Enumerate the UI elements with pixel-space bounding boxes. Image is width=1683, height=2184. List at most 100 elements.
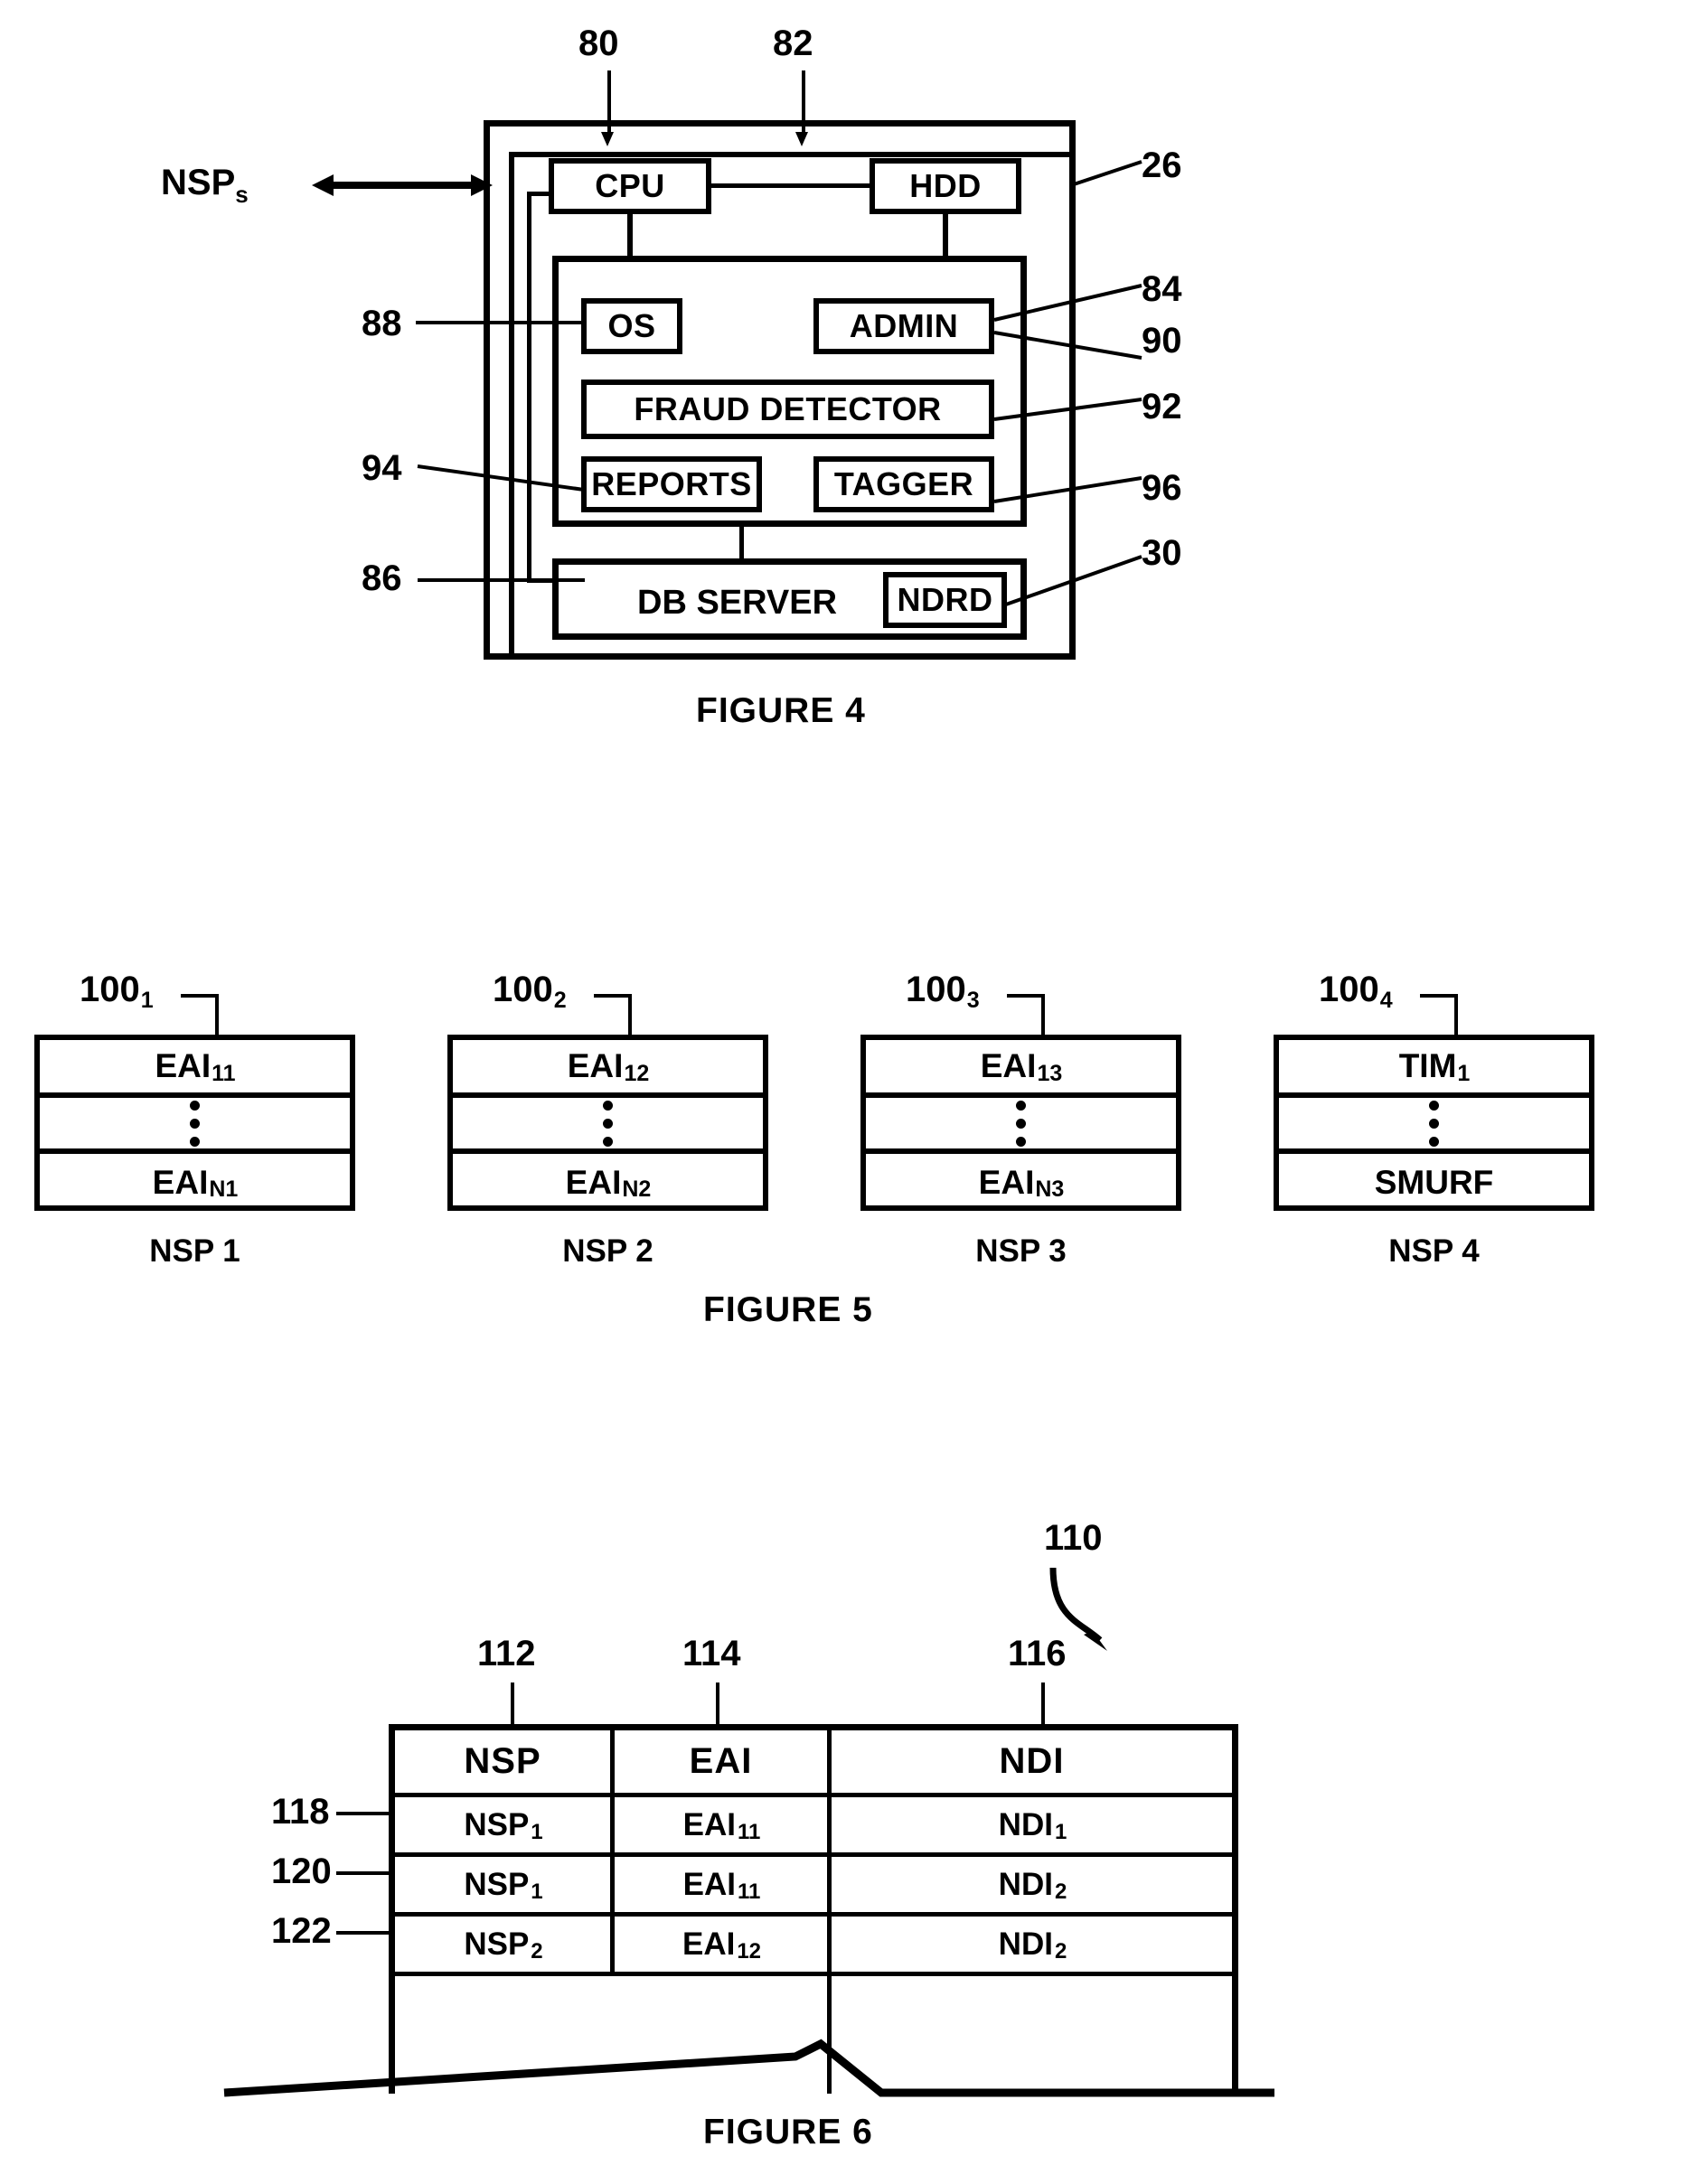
reports-label: REPORTS [591, 465, 752, 502]
ref-100-2-subscript: 2 [553, 988, 567, 1013]
leader-line-90 [993, 331, 1142, 360]
nsp2-caption: NSP 2 [562, 1233, 653, 1269]
ref-numeral-100-1: 1001 [80, 971, 154, 1012]
cpu-box: CPU [549, 158, 711, 214]
cell-text: EAI [682, 1806, 736, 1842]
hdd-label: HDD [909, 167, 982, 204]
fraud-detector-box: FRAUD DETECTOR [581, 380, 994, 439]
ref-100-2-base: 100 [493, 970, 553, 1009]
nsp4-block: TIM 1 SMURF [1274, 1035, 1594, 1211]
cell-nsp: NSP 1 [395, 1857, 615, 1917]
leader-line-30 [1002, 555, 1142, 607]
ref-100-3-base: 100 [906, 970, 966, 1009]
cell-subscript: 2 [1054, 1938, 1067, 1964]
nsp2-cell-ellipsis [453, 1098, 763, 1154]
ndrd-box: NDRD [883, 572, 1007, 628]
cell-ndi: NDI 2 [832, 1917, 1232, 1976]
cell-text: NSP [464, 1806, 530, 1842]
leader-line-100-2 [594, 994, 632, 1036]
leader-line-92 [993, 398, 1142, 421]
cell-subscript: 11 [737, 1879, 761, 1904]
nsp3-bottom-subscript: N3 [1035, 1176, 1065, 1202]
nsp4-top-text: TIM [1398, 1047, 1457, 1084]
cpu-hdd-connector [711, 183, 870, 188]
hdd-down-connector [943, 214, 948, 258]
ellipsis-dot-icon [603, 1100, 613, 1111]
leader-line-118 [336, 1812, 389, 1815]
ellipsis-dot-icon [1429, 1100, 1439, 1111]
ref-numeral-114: 114 [682, 1634, 741, 1673]
nsp1-cell-ellipsis [40, 1098, 350, 1154]
ref-numeral-100-2: 1002 [493, 970, 567, 1012]
ellipsis-dot-icon [190, 1100, 200, 1111]
nsp2-cell-bottom: EAI N2 [453, 1154, 763, 1211]
ref-numeral-122: 122 [271, 1911, 332, 1951]
nsps-label-subscript: s [235, 181, 249, 208]
cpu-label: CPU [595, 167, 665, 204]
nsp2-bottom-subscript: N2 [622, 1176, 652, 1202]
ref-numeral-120: 120 [271, 1851, 332, 1891]
nsp1-bottom-text: EAI [152, 1163, 209, 1201]
column-header-eai: EAI [615, 1730, 832, 1797]
ref-numeral-90: 90 [1142, 321, 1182, 361]
cell-nsp: NSP 2 [395, 1917, 615, 1976]
nsp2-bottom-text: EAI [565, 1163, 622, 1201]
cell-ndi: NDI 1 [832, 1797, 1232, 1857]
ref-numeral-96: 96 [1142, 468, 1182, 508]
table-header-row: NSP EAI NDI [395, 1730, 1232, 1797]
nsp2-block: EAI 12 EAI N2 [447, 1035, 768, 1211]
nsp1-block: EAI 11 EAI N1 [34, 1035, 355, 1211]
ref-numeral-30: 30 [1142, 533, 1182, 573]
nsp4-cell-top: TIM 1 [1279, 1040, 1589, 1098]
cell-text: EAI [682, 1926, 736, 1962]
cell-text: NSP [464, 1926, 530, 1962]
nsps-label-text: NSP [161, 163, 236, 202]
ellipsis-dot-icon [1016, 1100, 1026, 1111]
cell-nsp: NSP 1 [395, 1797, 615, 1857]
nsp2-cell-top: EAI 12 [453, 1040, 763, 1098]
ref-numeral-110: 110 [1044, 1518, 1103, 1558]
figure-6-caption: FIGURE 6 [703, 2113, 873, 2151]
ref-100-3-subscript: 3 [966, 988, 980, 1013]
nsp4-top-subscript: 1 [1457, 1060, 1471, 1086]
cell-subscript: 1 [531, 1879, 543, 1904]
ref-numeral-112: 112 [477, 1634, 536, 1673]
cell-eai: EAI 12 [615, 1917, 832, 1976]
ref-numeral-118: 118 [271, 1792, 330, 1832]
leader-line-26 [1070, 160, 1142, 187]
cell-subscript: 1 [531, 1819, 543, 1844]
leader-line-114 [716, 1683, 719, 1726]
fraud-detector-label: FRAUD DETECTOR [634, 390, 942, 427]
cell-subscript: 12 [737, 1938, 762, 1964]
ref-100-4-base: 100 [1319, 970, 1379, 1009]
cell-subscript: 2 [1054, 1879, 1067, 1904]
nsp3-caption: NSP 3 [975, 1233, 1067, 1269]
cell-text: EAI [682, 1866, 736, 1902]
leader-line-112 [511, 1683, 514, 1726]
nsp2-top-text: EAI [567, 1047, 624, 1084]
os-box: OS [581, 298, 682, 354]
ellipsis-dot-icon [1016, 1136, 1026, 1147]
ref-numeral-84: 84 [1142, 269, 1182, 309]
cell-text: NDI [998, 1866, 1053, 1902]
ref-numeral-100-4: 1004 [1319, 970, 1393, 1012]
ref-numeral-80: 80 [578, 23, 619, 63]
ellipsis-dot-icon [603, 1118, 613, 1129]
cell-eai: EAI 11 [615, 1857, 832, 1917]
cell-text: NSP [464, 1866, 530, 1902]
cell-text: NDI [998, 1806, 1053, 1842]
table-row: NSP 2 EAI 12 NDI 2 [395, 1917, 1232, 1976]
nsp3-top-text: EAI [980, 1047, 1037, 1084]
column-header-nsp: NSP [395, 1730, 615, 1797]
ref-numeral-100-3: 1003 [906, 970, 980, 1012]
admin-box: ADMIN [813, 298, 994, 354]
nsp1-bottom-subscript: N1 [209, 1176, 239, 1202]
leader-line-84 [993, 284, 1142, 322]
cell-text: NDI [998, 1926, 1053, 1962]
nsp3-top-subscript: 13 [1037, 1060, 1063, 1086]
leader-line-88 [416, 321, 583, 324]
figure-4-caption: FIGURE 4 [696, 691, 866, 730]
nsp3-cell-bottom: EAI N3 [866, 1154, 1176, 1211]
ref-numeral-116: 116 [1008, 1634, 1067, 1673]
leader-line-120 [336, 1871, 389, 1875]
